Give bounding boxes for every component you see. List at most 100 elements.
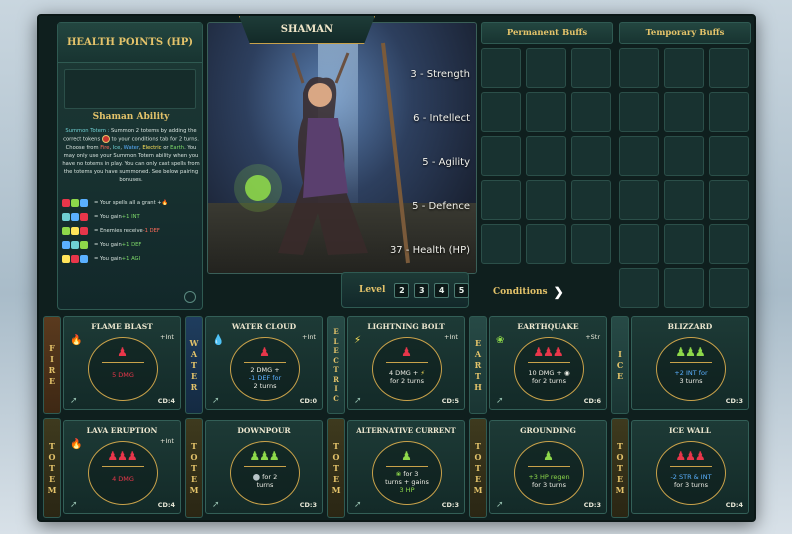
- pairing-bonus-row: = You gain +1 INT: [62, 210, 200, 224]
- strip-water: WATER: [185, 316, 203, 414]
- temporary-buff-slot[interactable]: [664, 224, 704, 264]
- permanent-buff-slot[interactable]: [481, 136, 521, 176]
- permanent-buff-slot[interactable]: [526, 136, 566, 176]
- level-box-5[interactable]: 5: [454, 282, 469, 298]
- bow-icon: ➚: [212, 396, 220, 406]
- pair-icons: [62, 212, 90, 221]
- permanent-buff-slot[interactable]: [526, 92, 566, 132]
- spell-desc: 4 DMG + ⚡ for 2 turns: [376, 369, 438, 385]
- stat-intellect: 6 - Intellect: [413, 113, 470, 124]
- spell-card-blizzard[interactable]: BLIZZARD ♟♟♟ +2 INT for 3 turns CD:3: [631, 316, 749, 410]
- strip-letter: O: [48, 451, 56, 462]
- spell-card-water-cloud[interactable]: WATER CLOUD 💧 +Int ♟ 2 DMG + -1 DEF for …: [205, 316, 323, 410]
- temporary-buff-slot[interactable]: [709, 180, 749, 220]
- cloud-icon: ⬤: [252, 473, 261, 481]
- spell-desc-line: -2 STR & INT: [670, 473, 712, 481]
- temporary-buff-slot[interactable]: [619, 180, 659, 220]
- permanent-buff-slot[interactable]: [481, 92, 521, 132]
- strip-letter: T: [475, 462, 481, 473]
- permanent-buff-slot[interactable]: [571, 48, 611, 88]
- temporary-buff-slot[interactable]: [664, 180, 704, 220]
- permanent-buff-slot[interactable]: [481, 224, 521, 264]
- temporary-buff-slot[interactable]: [619, 48, 659, 88]
- permanent-buff-slot[interactable]: [481, 180, 521, 220]
- temporary-buff-slot[interactable]: [709, 224, 749, 264]
- temporary-buffs-header: Temporary Buffs: [619, 22, 751, 44]
- spell-card-lava-eruption[interactable]: LAVA ERUPTION 🔥 +Int ♟♟♟ 4 DMG ➚ CD:4: [63, 420, 181, 514]
- temporary-buff-slot[interactable]: [664, 136, 704, 176]
- fire-token-icon: ♟: [117, 345, 128, 359]
- permanent-buff-slot[interactable]: [526, 48, 566, 88]
- strip-letter: O: [474, 451, 482, 462]
- permanent-buff-slot[interactable]: [481, 48, 521, 88]
- strip-letter: A: [190, 348, 198, 359]
- stat-health: 37 - Health (HP): [389, 245, 470, 256]
- permanent-buff-slot[interactable]: [571, 180, 611, 220]
- strip-letter: T: [191, 359, 197, 370]
- temporary-buff-slot[interactable]: [709, 136, 749, 176]
- spell-card-flame-blast[interactable]: FLAME BLAST 🔥 +Int ♟ 5 DMG ➚ CD:4: [63, 316, 181, 410]
- permanent-buff-slot[interactable]: [526, 224, 566, 264]
- spell-title: GROUNDING: [520, 426, 576, 435]
- earth-token-icon: ♟♟♟: [675, 345, 705, 359]
- temporary-buff-slot[interactable]: [709, 268, 749, 308]
- strip-letter: M: [473, 484, 483, 495]
- temporary-buff-slot[interactable]: [709, 92, 749, 132]
- cooldown: CD:4: [157, 501, 175, 509]
- permanent-buff-slot[interactable]: [571, 136, 611, 176]
- stat-strength: 3 - Strength: [410, 69, 470, 80]
- temporary-buff-slot[interactable]: [664, 268, 704, 308]
- spell-desc-line: for 3 turns: [532, 481, 566, 489]
- token-icon: [101, 135, 110, 143]
- cooldown: CD:3: [441, 501, 459, 509]
- cooldown: CD:4: [157, 397, 175, 405]
- spell-card-ice-wall[interactable]: ICE WALL ♟♟♟ -2 STR & INT for 3 turns CD…: [631, 420, 749, 514]
- temporary-buff-slot[interactable]: [709, 48, 749, 88]
- permanent-buff-slot[interactable]: [526, 180, 566, 220]
- spell-title: LIGHTNING BOLT: [367, 322, 445, 331]
- level-box-2[interactable]: 2: [394, 282, 410, 298]
- spell-card-downpour[interactable]: DOWNPOUR ♟♟♟ ⬤ for 2 turns ➚ CD:3: [205, 420, 323, 514]
- element-earth: Earth: [170, 144, 185, 151]
- spell-desc: 10 DMG + ◉ for 2 turns: [518, 369, 580, 385]
- permanent-buff-slot[interactable]: [571, 224, 611, 264]
- spell-desc-line: +2 INT for: [674, 369, 708, 377]
- bow-icon: ➚: [212, 500, 220, 510]
- temporary-buff-slot[interactable]: [619, 224, 659, 264]
- character-sheet: HEALTH POINTS (HP) Shaman Ability Summon…: [37, 14, 756, 522]
- bonus-text: = Your spells all a grant +: [94, 199, 162, 206]
- spell-card-earthquake[interactable]: EARTHQUAKE ❀ +Str ♟♟♟ 10 DMG + ◉ for 2 t…: [489, 316, 607, 410]
- strip-totem: TOTEM: [327, 418, 345, 518]
- spell-title: ICE WALL: [668, 426, 712, 435]
- fire-token-icon: ♟♟♟: [107, 449, 137, 463]
- level-box-4[interactable]: 4: [434, 282, 450, 298]
- temporary-buff-slot[interactable]: [619, 92, 659, 132]
- strip-letter: O: [616, 451, 624, 462]
- spell-card-lightning-bolt[interactable]: LIGHTNING BOLT ⚡ +Int ♟ 4 DMG + ⚡ for 2 …: [347, 316, 465, 410]
- strip-letter: T: [191, 440, 197, 451]
- spell-card-alternative-current[interactable]: ALTERNATIVE CURRENT ♟ ❀ for 3 turns + ga…: [347, 420, 465, 514]
- temporary-buff-slot[interactable]: [619, 268, 659, 308]
- strip-letter: E: [48, 376, 56, 386]
- permanent-buff-slot[interactable]: [571, 92, 611, 132]
- bow-icon: ➚: [70, 396, 78, 406]
- conditions-button[interactable]: Conditions ❯: [483, 278, 603, 306]
- spiral-icon: ◉: [563, 369, 570, 377]
- fire-token-icon: ♟: [259, 345, 270, 359]
- temporary-buff-slot[interactable]: [664, 92, 704, 132]
- ability-name: Summon Totem :: [65, 128, 110, 134]
- divider: [670, 362, 712, 363]
- spell-desc-line: +3 HP regen: [528, 473, 570, 481]
- temporary-buff-slot[interactable]: [619, 136, 659, 176]
- strip-letter: E: [332, 473, 340, 484]
- spell-desc-line: turns + gains: [385, 478, 429, 486]
- pair-icons: [62, 198, 90, 207]
- cooldown: CD:6: [583, 397, 601, 405]
- spell-card-grounding[interactable]: GROUNDING ♟ +3 HP regen for 3 turns ➚ CD…: [489, 420, 607, 514]
- health-bar-area[interactable]: [64, 69, 196, 109]
- temporary-buff-slot[interactable]: [664, 48, 704, 88]
- spell-desc-line: 2 DMG +: [250, 366, 280, 374]
- strip-letter: T: [333, 462, 339, 473]
- divider: [102, 362, 144, 363]
- level-box-3[interactable]: 3: [414, 282, 430, 298]
